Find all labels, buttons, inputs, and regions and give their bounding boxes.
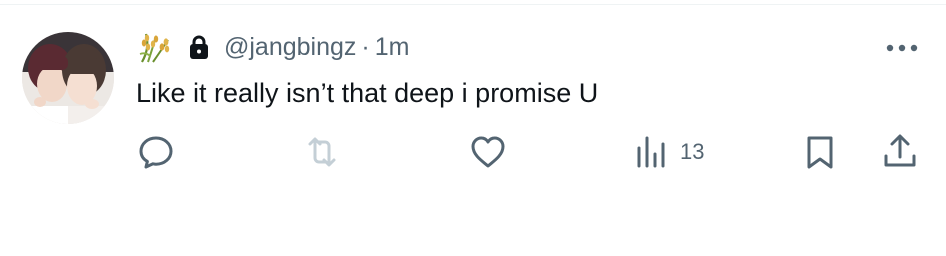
lock-icon bbox=[188, 34, 210, 60]
retweet-icon bbox=[302, 132, 342, 172]
bookmark-icon bbox=[800, 132, 840, 172]
heart-icon bbox=[468, 132, 508, 172]
views-icon bbox=[634, 132, 670, 172]
tweet[interactable]: @jangbingz · 1m Like it really isn’t tha… bbox=[0, 5, 946, 185]
tweet-header: @jangbingz · 1m bbox=[136, 29, 409, 65]
avatar[interactable] bbox=[22, 32, 114, 124]
more-horizontal-icon[interactable] bbox=[884, 41, 920, 53]
separator-dot: · bbox=[361, 32, 370, 61]
share-icon bbox=[880, 132, 920, 172]
tweet-text: Like it really isn’t that deep i promise… bbox=[136, 78, 599, 108]
bookmark-button[interactable] bbox=[800, 130, 840, 174]
retweet-button[interactable] bbox=[302, 130, 342, 174]
action-bar: 13 bbox=[0, 130, 946, 174]
user-handle[interactable]: @jangbingz bbox=[224, 33, 356, 62]
views-button[interactable]: 13 bbox=[634, 130, 704, 174]
views-count: 13 bbox=[680, 139, 705, 164]
reply-icon bbox=[136, 132, 176, 172]
share-button[interactable] bbox=[880, 130, 920, 174]
reply-button[interactable] bbox=[136, 130, 176, 174]
timestamp[interactable]: 1m bbox=[375, 33, 410, 62]
like-button[interactable] bbox=[468, 130, 508, 174]
rice-plant-emoji bbox=[136, 30, 174, 64]
